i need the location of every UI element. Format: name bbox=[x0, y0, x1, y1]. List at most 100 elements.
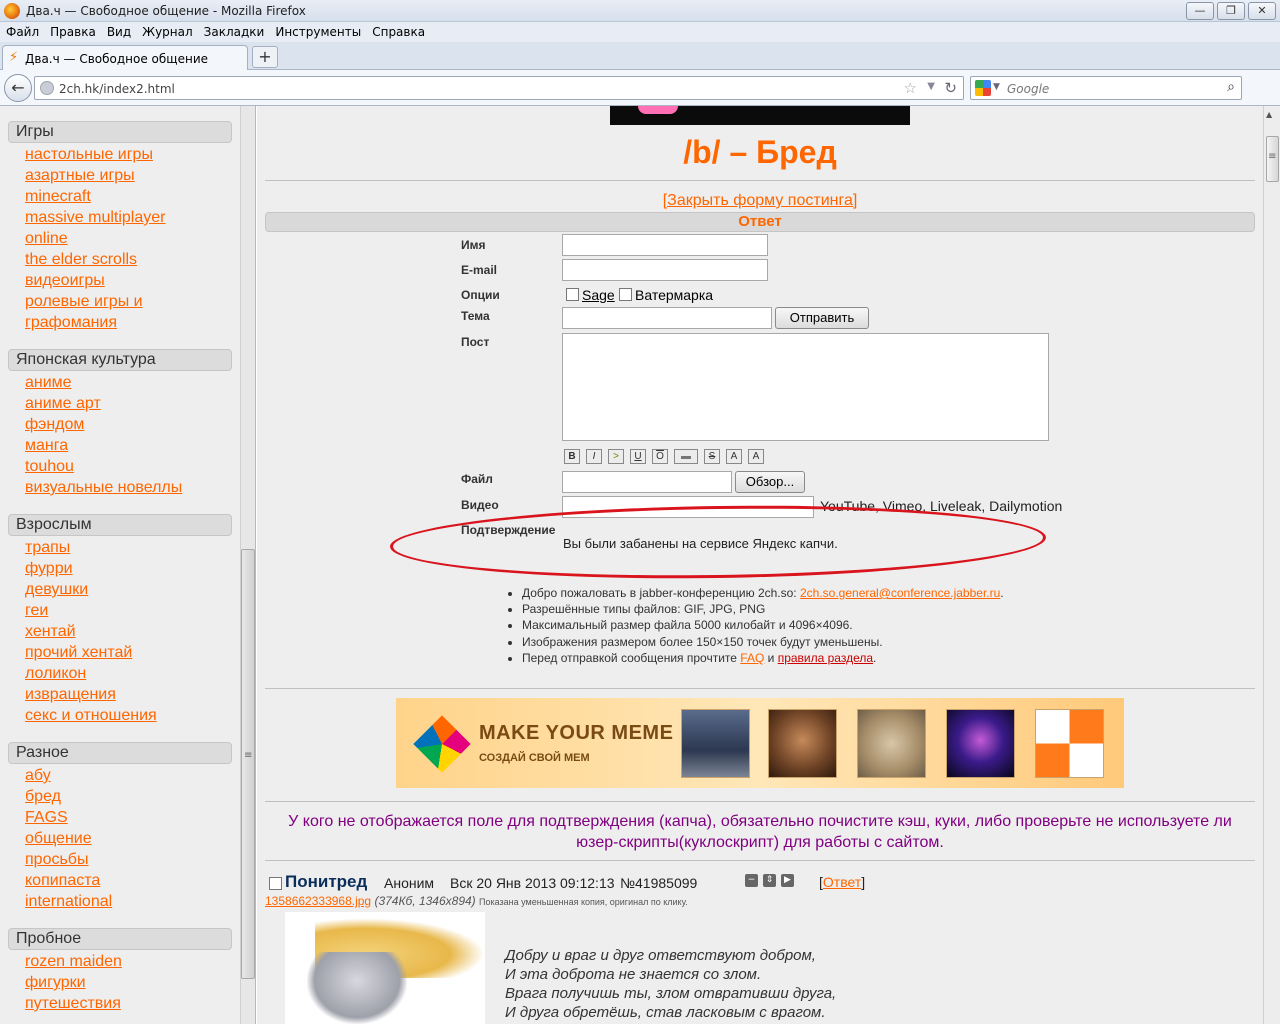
reload-icon[interactable]: ↻ bbox=[944, 79, 957, 97]
menu-file[interactable]: Файл bbox=[6, 22, 46, 42]
board-link[interactable]: фэндом bbox=[25, 416, 84, 434]
italic-button[interactable]: I bbox=[586, 449, 602, 464]
quote-button[interactable]: > bbox=[608, 449, 624, 464]
board-link[interactable]: international bbox=[25, 893, 112, 911]
board-link[interactable]: аниме арт bbox=[25, 395, 101, 413]
submit-button[interactable]: Отправить bbox=[775, 307, 869, 329]
board-link[interactable]: путешествия bbox=[25, 995, 121, 1013]
board-link[interactable]: фурри bbox=[25, 560, 73, 578]
minimize-button[interactable]: — bbox=[1186, 2, 1214, 20]
back-button[interactable]: ← bbox=[4, 74, 32, 102]
board-link[interactable]: геи bbox=[25, 602, 48, 620]
site-identity-icon[interactable] bbox=[40, 81, 54, 95]
play-thread-icon[interactable]: ▶ bbox=[781, 874, 794, 887]
overline-button[interactable]: O bbox=[652, 449, 668, 464]
maximize-button[interactable]: ❐ bbox=[1217, 2, 1245, 20]
underline-button[interactable]: U bbox=[630, 449, 646, 464]
sage-label[interactable]: Sage bbox=[582, 287, 615, 303]
main-scroll-thumb[interactable] bbox=[1266, 136, 1279, 182]
menu-tools[interactable]: Инструменты bbox=[275, 22, 368, 42]
board-link[interactable]: massive multiplayer bbox=[25, 209, 165, 227]
board-link[interactable]: ролевые игры и bbox=[25, 293, 143, 311]
board-link[interactable]: абу bbox=[25, 767, 51, 785]
menu-view[interactable]: Вид bbox=[107, 22, 138, 42]
board-link[interactable]: девушки bbox=[25, 581, 88, 599]
board-link[interactable]: копипаста bbox=[25, 872, 100, 890]
email-input[interactable] bbox=[562, 259, 768, 281]
post-thumbnail-image[interactable] bbox=[285, 912, 485, 1024]
engine-dropdown-icon[interactable]: ▼ bbox=[993, 82, 1000, 92]
jabber-link[interactable]: 2ch.so.general@conference.jabber.ru bbox=[800, 586, 1000, 600]
board-link[interactable]: touhou bbox=[25, 458, 74, 476]
board-rules-link[interactable]: правила раздела bbox=[778, 651, 873, 665]
subject-input[interactable] bbox=[562, 307, 772, 329]
post-select-checkbox[interactable] bbox=[269, 877, 282, 890]
strike-button[interactable]: S bbox=[704, 449, 720, 464]
board-link[interactable]: хентай bbox=[25, 623, 76, 641]
board-link[interactable]: секс и отношения bbox=[25, 707, 157, 725]
board-link[interactable]: minecraft bbox=[25, 188, 91, 206]
board-link[interactable]: аниме bbox=[25, 374, 72, 392]
board-link[interactable]: трапы bbox=[25, 539, 70, 557]
board-banner-image[interactable] bbox=[610, 106, 910, 125]
spoiler-button[interactable]: ▬ bbox=[674, 449, 698, 464]
close-window-button[interactable]: ✕ bbox=[1248, 2, 1276, 20]
board-link[interactable]: визуальные новеллы bbox=[25, 479, 182, 497]
make-your-meme-ad[interactable]: MAKE YOUR MEME СОЗДАЙ СВОЙ МЕМ bbox=[396, 698, 1124, 788]
board-link[interactable]: бред bbox=[25, 788, 61, 806]
window-controls: — ❐ ✕ bbox=[1186, 2, 1276, 20]
board-link[interactable]: the elder scrolls bbox=[25, 251, 137, 269]
board-link[interactable]: извращения bbox=[25, 686, 116, 704]
post-file-link[interactable]: 1358662333968.jpg bbox=[265, 894, 371, 908]
name-input[interactable] bbox=[562, 234, 768, 256]
hide-thread-icon[interactable]: − bbox=[745, 874, 758, 887]
board-link[interactable]: манга bbox=[25, 437, 68, 455]
meme-thumb-boromir[interactable] bbox=[768, 709, 837, 778]
url-bar[interactable]: 2ch.hk/index2.html ☆ ▼ ↻ bbox=[34, 76, 964, 100]
sidebar-scroll-thumb[interactable] bbox=[241, 549, 255, 979]
board-link[interactable]: общение bbox=[25, 830, 92, 848]
board-link[interactable]: просьбы bbox=[25, 851, 88, 869]
new-tab-button[interactable]: + bbox=[252, 46, 278, 68]
board-link[interactable]: прочий хентай bbox=[25, 644, 132, 662]
subscript-button[interactable]: A bbox=[748, 449, 764, 464]
tab-dvach[interactable]: ⚡ Два.ч — Свободное общение bbox=[2, 45, 248, 70]
file-path-input[interactable] bbox=[562, 471, 732, 493]
board-link[interactable]: online bbox=[25, 230, 68, 248]
scroll-up-arrow-icon[interactable]: ▲ bbox=[1266, 110, 1272, 119]
search-bar[interactable]: ▼ Google ⌕ bbox=[970, 76, 1242, 100]
menu-bookmarks[interactable]: Закладки bbox=[204, 22, 272, 42]
close-form-link[interactable]: [Закрыть форму постинга] bbox=[257, 192, 1263, 210]
board-link[interactable]: азартные игры bbox=[25, 167, 135, 185]
bold-button[interactable]: B bbox=[564, 449, 580, 464]
url-dropdown-icon[interactable]: ▼ bbox=[927, 81, 935, 92]
watermark-checkbox[interactable] bbox=[619, 288, 632, 301]
search-icon[interactable]: ⌕ bbox=[1227, 79, 1235, 95]
google-engine-icon[interactable] bbox=[975, 80, 991, 96]
main-scrollbar[interactable]: ▲ bbox=[1263, 106, 1280, 1024]
bookmark-star-icon[interactable]: ☆ bbox=[904, 79, 917, 97]
board-link[interactable]: FAGS bbox=[25, 809, 68, 827]
sage-checkbox[interactable] bbox=[566, 288, 579, 301]
post-textarea[interactable] bbox=[562, 333, 1049, 441]
menu-help[interactable]: Справка bbox=[372, 22, 432, 42]
board-link[interactable]: лоликон bbox=[25, 665, 86, 683]
board-link[interactable]: графомания bbox=[25, 314, 117, 332]
expand-thread-icon[interactable]: ⇕ bbox=[763, 874, 776, 887]
board-link[interactable]: настольные игры bbox=[25, 146, 153, 164]
meme-thumb-rage[interactable] bbox=[1035, 709, 1104, 778]
superscript-button[interactable]: A bbox=[726, 449, 742, 464]
menu-history[interactable]: Журнал bbox=[142, 22, 200, 42]
meme-thumb-cat[interactable] bbox=[857, 709, 926, 778]
board-link[interactable]: rozen maiden bbox=[25, 953, 122, 971]
board-link[interactable]: фигурки bbox=[25, 974, 86, 992]
reply-link[interactable]: Ответ bbox=[823, 874, 861, 890]
browse-button[interactable]: Обзор... bbox=[735, 471, 805, 493]
board-link[interactable]: видеоигры bbox=[25, 272, 105, 290]
meme-thumb-politician[interactable] bbox=[681, 709, 750, 778]
faq-link[interactable]: FAQ bbox=[740, 651, 764, 665]
meme-thumb-space[interactable] bbox=[946, 709, 1015, 778]
watermark-label[interactable]: Ватермарка bbox=[635, 287, 713, 303]
menu-edit[interactable]: Правка bbox=[50, 22, 103, 42]
post-number[interactable]: №41985099 bbox=[620, 875, 697, 891]
